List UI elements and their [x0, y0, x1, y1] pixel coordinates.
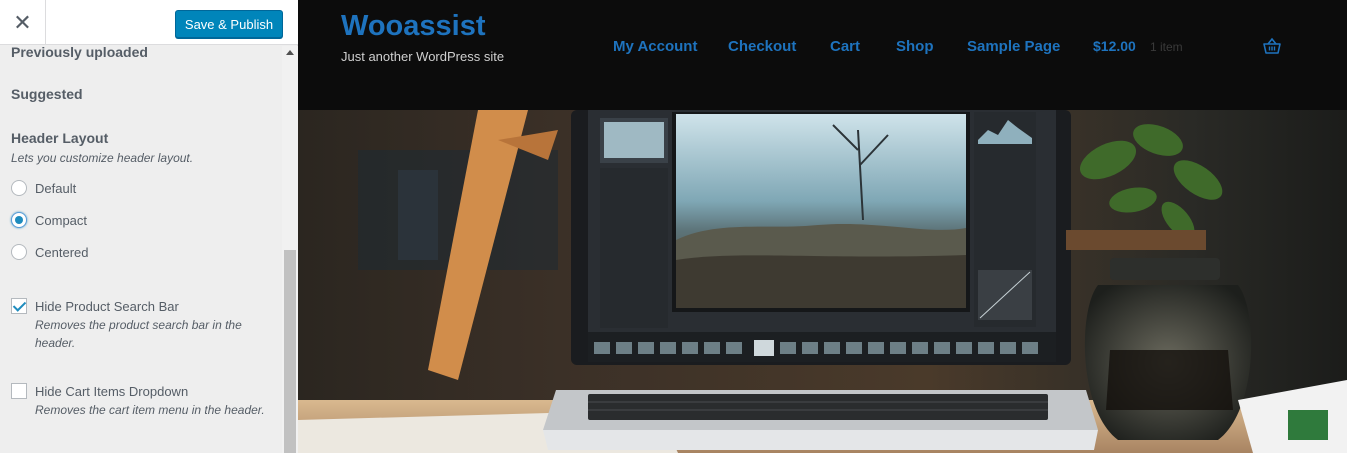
- checkbox[interactable]: [11, 298, 27, 314]
- header-layout-description: Lets you customize header layout.: [11, 151, 194, 165]
- sidebar-scrollbar[interactable]: [282, 46, 298, 453]
- radio-button[interactable]: [11, 244, 27, 260]
- site-title[interactable]: Wooassist: [341, 10, 486, 43]
- radio-button[interactable]: [11, 180, 27, 196]
- hero-image: [298, 110, 1347, 453]
- hide-cart-dropdown-checkbox[interactable]: Hide Cart Items Dropdown: [11, 382, 188, 400]
- radio-compact[interactable]: Compact: [11, 211, 87, 229]
- basket-icon[interactable]: [1262, 36, 1282, 56]
- nav-item-shop[interactable]: Shop: [896, 38, 934, 55]
- radio-button[interactable]: [11, 212, 27, 228]
- scrollbar-thumb[interactable]: [284, 250, 296, 453]
- radio-centered[interactable]: Centered: [11, 243, 88, 261]
- nav-item-my-account[interactable]: My Account: [613, 38, 697, 55]
- nav-item-sample-page[interactable]: Sample Page: [967, 38, 1060, 55]
- nav-item-checkout[interactable]: Checkout: [728, 38, 796, 55]
- radio-label: Compact: [35, 212, 88, 228]
- customizer-sidebar: ✕ Save & Publish Previously uploaded Sug…: [0, 0, 298, 453]
- header-layout-title: Header Layout: [11, 130, 109, 146]
- section-previously-uploaded[interactable]: Previously uploaded: [11, 46, 148, 60]
- cart-amount[interactable]: $12.00: [1093, 38, 1136, 54]
- site-preview: Wooassist Just another WordPress site My…: [298, 0, 1347, 453]
- radio-default[interactable]: Default: [11, 179, 76, 197]
- site-tagline: Just another WordPress site: [341, 49, 505, 64]
- cart-count[interactable]: 1 item: [1150, 40, 1183, 54]
- section-suggested[interactable]: Suggested: [11, 86, 83, 102]
- hide-search-bar-description: Removes the product search bar in the he…: [35, 318, 242, 350]
- close-icon[interactable]: ✕: [0, 0, 46, 45]
- radio-label: Default: [35, 180, 77, 196]
- radio-label: Centered: [35, 244, 89, 260]
- save-publish-button[interactable]: Save & Publish: [175, 10, 283, 38]
- checkbox[interactable]: [11, 383, 27, 399]
- checkbox-label: Hide Cart Items Dropdown: [35, 383, 189, 399]
- nav-item-cart[interactable]: Cart: [830, 38, 860, 55]
- customizer-controls[interactable]: Previously uploaded Suggested Header Lay…: [0, 46, 282, 453]
- site-header: Wooassist Just another WordPress site My…: [298, 0, 1347, 110]
- scroll-up-arrow-icon[interactable]: [286, 50, 294, 55]
- hide-search-bar-checkbox[interactable]: Hide Product Search Bar: [11, 297, 179, 315]
- checkbox-label: Hide Product Search Bar: [35, 298, 179, 314]
- hide-cart-dropdown-description: Removes the cart item menu in the header…: [35, 403, 265, 417]
- customizer-header: ✕ Save & Publish: [0, 0, 298, 45]
